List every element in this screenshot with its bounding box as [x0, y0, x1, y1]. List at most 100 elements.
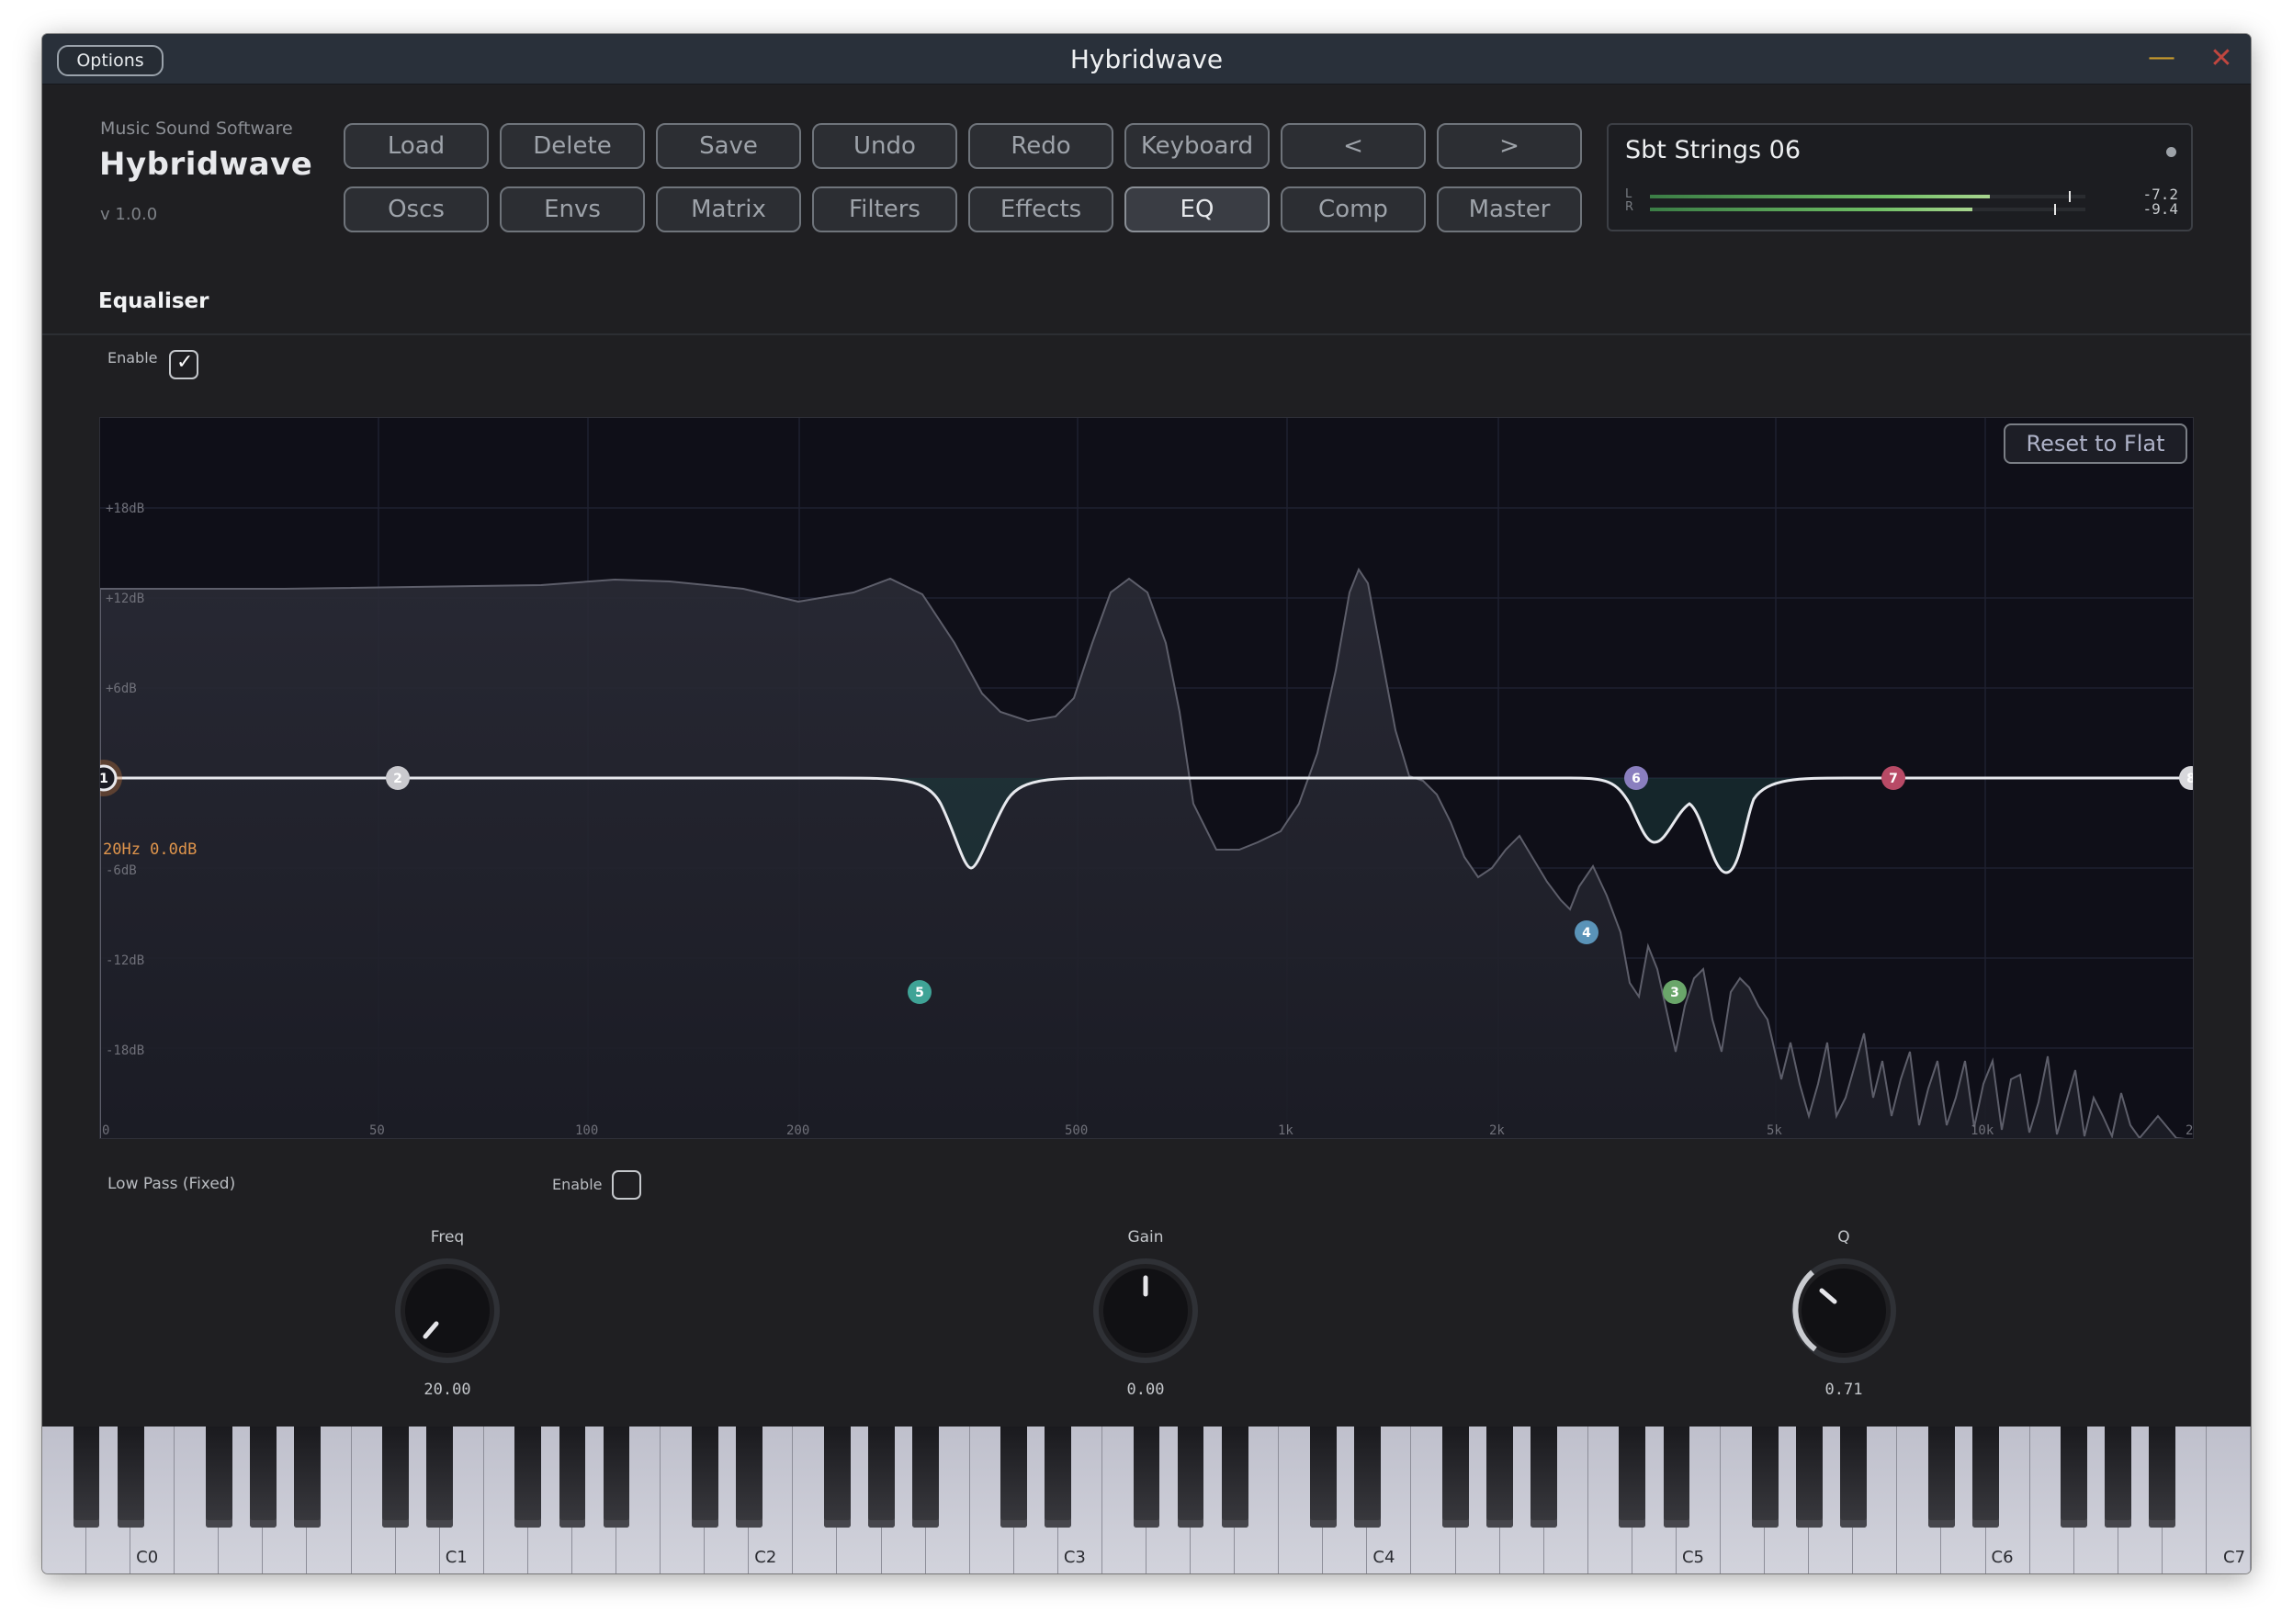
- q-knob[interactable]: [1790, 1257, 1897, 1364]
- title-bar: Hybridwave Options — ✕: [42, 34, 2251, 85]
- undo-button[interactable]: Undo: [812, 123, 957, 169]
- tab-comp[interactable]: Comp: [1281, 186, 1426, 232]
- meter-right-label: R: [1625, 200, 1634, 214]
- load-button[interactable]: Load: [344, 123, 489, 169]
- octave-label: C3: [1063, 1548, 1086, 1567]
- eq-graph[interactable]: +18dB +12dB +6dB -6dB -12dB -18dB 0 50 1…: [99, 417, 2194, 1139]
- keyboard-button[interactable]: Keyboard: [1124, 123, 1270, 169]
- gain-value: 0.00: [1126, 1381, 1165, 1399]
- band-handle-7[interactable]: 7: [1881, 766, 1905, 790]
- black-key[interactable]: [1531, 1427, 1558, 1528]
- svg-text:4: 4: [1582, 926, 1591, 941]
- octave-label: C0: [136, 1548, 159, 1567]
- db-label: +12dB: [106, 592, 144, 606]
- tab-eq[interactable]: EQ: [1124, 186, 1270, 232]
- next-preset-button[interactable]: >: [1437, 123, 1582, 169]
- eq-enable-label: Enable: [107, 349, 158, 367]
- black-key[interactable]: [1000, 1427, 1028, 1528]
- close-icon[interactable]: ✕: [2207, 45, 2236, 74]
- black-key[interactable]: [868, 1427, 895, 1528]
- db-label: -12dB: [106, 953, 144, 968]
- octave-label: C4: [1372, 1548, 1395, 1567]
- black-key[interactable]: [2105, 1427, 2132, 1528]
- freq-knob[interactable]: [394, 1257, 501, 1364]
- db-label: +6dB: [106, 682, 137, 696]
- tab-effects[interactable]: Effects: [968, 186, 1113, 232]
- svg-text:7: 7: [1889, 772, 1898, 786]
- black-key[interactable]: [824, 1427, 851, 1528]
- gain-knob[interactable]: [1092, 1257, 1199, 1364]
- band-handle-2[interactable]: 2: [386, 766, 410, 790]
- black-key[interactable]: [1839, 1427, 1867, 1528]
- black-key[interactable]: [117, 1427, 144, 1528]
- tab-master[interactable]: Master: [1437, 186, 1582, 232]
- black-key[interactable]: [1133, 1427, 1160, 1528]
- black-key[interactable]: [1045, 1427, 1072, 1528]
- black-key[interactable]: [1309, 1427, 1337, 1528]
- meter-right: [1650, 204, 2085, 215]
- delete-button[interactable]: Delete: [500, 123, 645, 169]
- hz-label: 200: [786, 1123, 809, 1138]
- tab-oscs[interactable]: Oscs: [344, 186, 489, 232]
- preset-display[interactable]: Sbt Strings 06 L R -7.2 -9.4: [1607, 123, 2193, 231]
- black-key[interactable]: [1663, 1427, 1690, 1528]
- reset-to-flat-button[interactable]: Reset to Flat: [2004, 423, 2187, 464]
- black-key[interactable]: [912, 1427, 940, 1528]
- black-key[interactable]: [1795, 1427, 1823, 1528]
- black-key[interactable]: [1619, 1427, 1646, 1528]
- band-handle-8[interactable]: 8: [2179, 766, 2194, 790]
- plugin-window: Hybridwave Options — ✕ Music Sound Softw…: [42, 34, 2251, 1573]
- tab-filters[interactable]: Filters: [812, 186, 957, 232]
- black-key[interactable]: [1972, 1427, 1999, 1528]
- black-key[interactable]: [1442, 1427, 1469, 1528]
- svg-text:5: 5: [915, 986, 924, 1000]
- tab-envs[interactable]: Envs: [500, 186, 645, 232]
- black-key[interactable]: [691, 1427, 718, 1528]
- redo-button[interactable]: Redo: [968, 123, 1113, 169]
- black-key[interactable]: [294, 1427, 321, 1528]
- black-key[interactable]: [603, 1427, 630, 1528]
- meter-left-fill: [1650, 195, 1990, 198]
- meter-right-peak: [2054, 204, 2056, 215]
- preset-name: Sbt Strings 06: [1625, 136, 1802, 164]
- hz-label: 100: [575, 1123, 598, 1138]
- octave-label: C6: [1991, 1548, 2014, 1567]
- db-label: -6dB: [106, 863, 137, 878]
- tab-matrix[interactable]: Matrix: [656, 186, 801, 232]
- band-handle-3[interactable]: 3: [1663, 980, 1687, 1004]
- black-key[interactable]: [2061, 1427, 2088, 1528]
- black-key[interactable]: [1486, 1427, 1514, 1528]
- company-name: Music Sound Software: [100, 118, 293, 139]
- black-key[interactable]: [1928, 1427, 1955, 1528]
- black-key[interactable]: [249, 1427, 277, 1528]
- section-title: Equaliser: [98, 289, 209, 313]
- save-button[interactable]: Save: [656, 123, 801, 169]
- band-handle-4[interactable]: 4: [1575, 920, 1598, 944]
- band-enable-checkbox[interactable]: [612, 1170, 641, 1200]
- black-key[interactable]: [205, 1427, 232, 1528]
- product-logo: Hybridwave: [99, 146, 313, 183]
- black-key[interactable]: [382, 1427, 410, 1528]
- black-key[interactable]: [1221, 1427, 1248, 1528]
- band-handle-5[interactable]: 5: [908, 980, 932, 1004]
- db-label: -18dB: [106, 1043, 144, 1058]
- piano-keyboard[interactable]: C0 C1 C2 C3 C4 C5 C6 C7: [42, 1427, 2251, 1573]
- black-key[interactable]: [735, 1427, 762, 1528]
- black-key[interactable]: [1177, 1427, 1204, 1528]
- prev-preset-button[interactable]: <: [1281, 123, 1426, 169]
- eq-enable-checkbox[interactable]: ✓: [169, 350, 198, 379]
- black-key[interactable]: [73, 1427, 100, 1528]
- black-key[interactable]: [559, 1427, 586, 1528]
- black-key[interactable]: [514, 1427, 542, 1528]
- options-button[interactable]: Options: [57, 45, 164, 76]
- black-key[interactable]: [426, 1427, 454, 1528]
- black-key[interactable]: [1353, 1427, 1381, 1528]
- black-key[interactable]: [2149, 1427, 2176, 1528]
- black-key[interactable]: [1751, 1427, 1779, 1528]
- meter-left-label: L: [1625, 187, 1632, 201]
- band-handle-6[interactable]: 6: [1624, 766, 1648, 790]
- q-value: 0.71: [1824, 1381, 1863, 1399]
- octave-label: C5: [1681, 1548, 1704, 1567]
- octave-label: C7: [2223, 1548, 2246, 1567]
- minimize-icon[interactable]: —: [2148, 44, 2175, 73]
